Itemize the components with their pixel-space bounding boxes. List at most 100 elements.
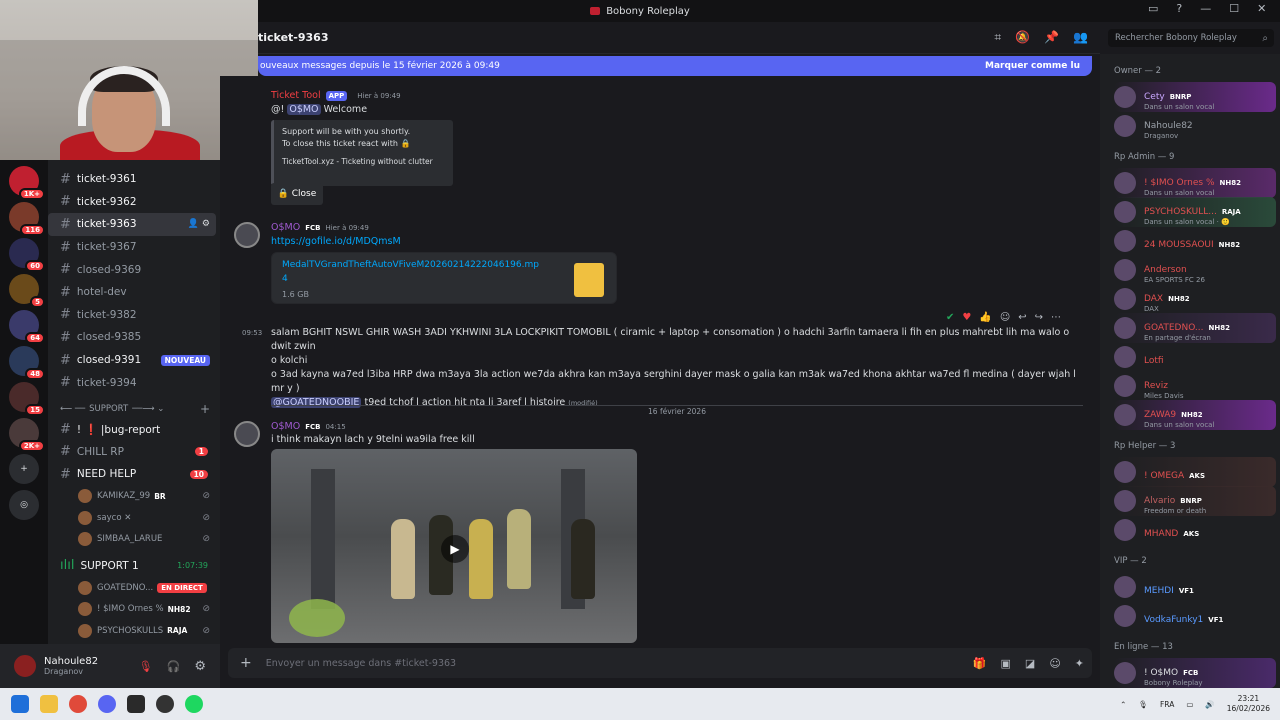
discover-icon[interactable]: ◎	[9, 490, 39, 520]
member-item[interactable]: VodkaFunky1 VF1	[1114, 601, 1276, 631]
member-item[interactable]: Alvario BNRP Freedom or death	[1114, 486, 1276, 516]
gofile-link[interactable]: https://gofile.io/d/MDQmsM	[271, 236, 401, 247]
channel-item[interactable]: # NEED HELP 10	[48, 463, 216, 486]
check-reaction-icon[interactable]: ✔	[946, 312, 954, 323]
file-name[interactable]: MedalTVGrandTheftAutoVFiveM2026021422204…	[282, 258, 542, 286]
maximize-button[interactable]: ☐	[1229, 2, 1239, 15]
avatar[interactable]	[234, 222, 260, 248]
server-icon[interactable]: 64	[9, 310, 45, 344]
channel-item[interactable]: # hotel-dev	[48, 281, 216, 304]
file-explorer-icon[interactable]	[40, 695, 58, 713]
server-icon[interactable]: 15	[9, 382, 45, 416]
add-attachment-icon[interactable]: +	[240, 655, 252, 671]
message-input[interactable]: Envoyer un message dans #ticket-9363	[266, 658, 456, 669]
inbox-icon[interactable]: ▭	[1148, 2, 1158, 15]
channel-item[interactable]: # closed-9391 NOUVEAU	[48, 349, 216, 372]
server-icon[interactable]: 60	[9, 238, 45, 272]
message-composer[interactable]: + Envoyer un message dans #ticket-9363 🎁…	[228, 648, 1092, 678]
add-reaction-icon[interactable]: ☺	[1000, 312, 1010, 323]
channel-item[interactable]: # ! ❗ |bug-report	[48, 418, 216, 441]
member-item[interactable]: PSYCHOSKULL... RAJA Dans un salon vocal · …	[1114, 197, 1276, 227]
apps-icon[interactable]: ✦	[1075, 657, 1084, 670]
member-item[interactable]: Lotfi	[1114, 342, 1276, 372]
member-item[interactable]: Cety BNRP Dans un salon vocal	[1114, 82, 1276, 112]
settings-gear-icon[interactable]: ⚙	[194, 659, 206, 674]
voice-user[interactable]: GOATEDNO... EN DIRECT	[48, 577, 220, 599]
file-attachment[interactable]: MedalTVGrandTheftAutoVFiveM2026021422204…	[271, 252, 617, 304]
minimize-button[interactable]: —	[1200, 2, 1211, 15]
member-item[interactable]: ZAWA9 NH82 Dans un salon vocal	[1114, 400, 1276, 430]
search-input[interactable]: Rechercher Bobony Roleplay ⌕	[1108, 29, 1274, 47]
mark-as-read-button[interactable]: Marquer comme lu	[985, 61, 1080, 71]
voice-user[interactable]: SIMBAA_LARUE ⊘	[48, 529, 220, 551]
member-item[interactable]: Anderson EA SPORTS FC 26	[1114, 255, 1276, 285]
server-icon[interactable]: 1K+	[9, 166, 45, 200]
add-channel-icon[interactable]: +	[200, 402, 210, 416]
author-name[interactable]: O$MO	[271, 421, 300, 432]
channel-settings-icon[interactable]: 👤 ⚙	[188, 219, 210, 229]
member-item[interactable]: Reviz Miles Davis	[1114, 371, 1276, 401]
voice-user[interactable]: ! $IMO Ornes % NH82 ⊘	[48, 598, 220, 620]
channel-item[interactable]: # ticket-9361	[48, 168, 216, 191]
mic-icon[interactable]: 🎙	[1138, 700, 1148, 709]
chrome-icon[interactable]	[69, 695, 87, 713]
author-name[interactable]: O$MO	[271, 222, 300, 233]
capcut-icon[interactable]	[127, 695, 145, 713]
threads-icon[interactable]: ⌗	[994, 30, 1001, 45]
notifications-icon[interactable]: 🔕	[1015, 30, 1030, 45]
gift-icon[interactable]: 🎁	[973, 657, 987, 670]
close-window-button[interactable]: ✕	[1257, 2, 1266, 15]
play-icon[interactable]: ▶	[441, 535, 469, 563]
pin-icon[interactable]: 📌	[1044, 30, 1059, 45]
member-item[interactable]: MHAND AKS	[1114, 515, 1276, 545]
channel-item[interactable]: # ticket-9382	[48, 304, 216, 327]
volume-icon[interactable]: 🔊	[1205, 700, 1214, 709]
server-icon[interactable]: 48	[9, 346, 45, 380]
server-icon[interactable]: 2K+	[9, 418, 45, 452]
voice-user[interactable]: sayco ✕ ⊘	[48, 507, 220, 529]
member-item[interactable]: 24 MOUSSAOUI NH82	[1114, 226, 1276, 256]
new-messages-bar[interactable]: ouveaux messages depuis le 15 février 20…	[258, 56, 1092, 76]
reply-icon[interactable]: ↩	[1018, 312, 1026, 323]
member-item[interactable]: GOATEDNO... NH82 En partage d'écran	[1114, 313, 1276, 343]
member-item[interactable]: MEHDI VF1	[1114, 572, 1276, 602]
voice-channel-support-1[interactable]: ılıl SUPPORT 1 1:07:39	[48, 554, 216, 577]
channel-item[interactable]: # CHILL RP 1	[48, 441, 216, 464]
channel-item[interactable]: # ticket-9367	[48, 236, 216, 259]
chevron-up-icon[interactable]: ⌃	[1120, 700, 1126, 709]
headset-muted-icon[interactable]: 🎧	[167, 660, 181, 673]
channel-item[interactable]: # ticket-9362	[48, 191, 216, 214]
heart-reaction-icon[interactable]: ♥	[962, 312, 971, 323]
language-indicator[interactable]: FRA	[1160, 700, 1174, 709]
user-mention[interactable]: O$MO	[287, 104, 321, 115]
forward-icon[interactable]: ↪	[1035, 312, 1043, 323]
avatar[interactable]	[234, 421, 260, 447]
spotify-icon[interactable]	[185, 695, 203, 713]
author-name[interactable]: Ticket Tool	[271, 90, 321, 101]
member-item[interactable]: ! OMEGA AKS	[1114, 457, 1276, 487]
video-attachment[interactable]: ▶	[271, 449, 637, 643]
network-icon[interactable]: ▭	[1186, 700, 1193, 709]
thumbs-up-icon[interactable]: 👍	[979, 312, 991, 323]
gif-icon[interactable]: ▣	[1001, 657, 1011, 670]
voice-user[interactable]: PSYCHOSKULLS RAJA ⊘	[48, 620, 220, 642]
member-item[interactable]: ! $IMO Ornes % NH82 Dans un salon vocal	[1114, 168, 1276, 198]
members-icon[interactable]: 👥	[1073, 30, 1088, 45]
mic-muted-icon[interactable]: 🎙	[139, 660, 153, 673]
windows-start-icon[interactable]	[11, 695, 29, 713]
server-icon[interactable]: 5	[9, 274, 45, 308]
voice-user[interactable]: KAMIKAZ_99 BR ⊘	[48, 486, 220, 508]
member-item[interactable]: Nahoule82 Draganov	[1114, 111, 1276, 141]
sticker-icon[interactable]: ◪	[1025, 657, 1035, 670]
clock[interactable]: 23:21 16/02/2026	[1227, 694, 1270, 714]
server-icon[interactable]: 116	[9, 202, 45, 236]
channel-item[interactable]: # closed-9385	[48, 326, 216, 349]
channel-item[interactable]: # ticket-9363 👤 ⚙	[48, 213, 216, 236]
member-item[interactable]: DAX NH82 DAX	[1114, 284, 1276, 314]
discord-icon[interactable]	[98, 695, 116, 713]
add-server-button[interactable]: +	[9, 454, 39, 484]
channel-item[interactable]: # closed-9369	[48, 258, 216, 281]
help-icon[interactable]: ?	[1176, 2, 1182, 15]
member-item[interactable]: ! O$MO FCB Bobony Roleplay	[1114, 658, 1276, 688]
more-options-icon[interactable]: ⋯	[1051, 312, 1061, 323]
